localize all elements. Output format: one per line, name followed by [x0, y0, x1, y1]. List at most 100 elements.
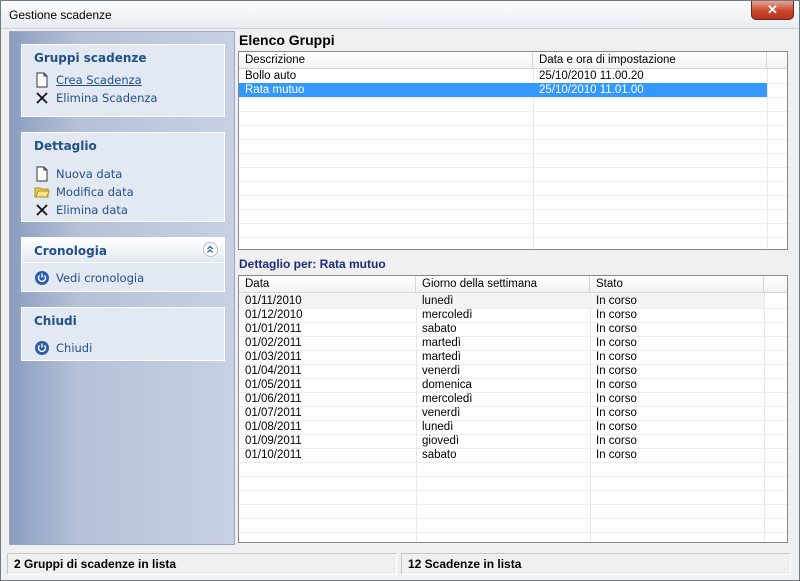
panel-chiudi: Chiudi Chiudi	[21, 307, 225, 361]
panel-separator	[22, 262, 224, 263]
table-row[interactable]: 01/12/2010 mercoledì In corso	[239, 308, 764, 322]
panel-gruppi-scadenze: Gruppi scadenze Crea Scadenza Elimina Sc…	[21, 44, 225, 117]
table-cell: venerdì	[422, 365, 461, 377]
table-cell: lunedì	[422, 421, 454, 433]
crea-scadenza-link[interactable]: Crea Scadenza	[22, 71, 224, 89]
table-row[interactable]: 01/09/2011 giovedì In corso	[239, 434, 764, 448]
table-cell: 25/10/2010 11.00.20	[539, 70, 644, 82]
table-row[interactable]: Bollo auto 25/10/2010 11.00.20	[239, 69, 767, 83]
column-header-descrizione[interactable]: Descrizione	[239, 52, 533, 69]
table-row[interactable]: 01/05/2011 domenica In corso	[239, 378, 764, 392]
status-gruppi-count: 2 Gruppi di scadenze in lista	[7, 553, 397, 575]
grid-line	[239, 476, 787, 477]
collapse-chevron-icon[interactable]	[203, 242, 218, 257]
grid-column-line	[767, 69, 768, 249]
grid-line	[239, 153, 787, 154]
table-cell: 01/06/2011	[245, 393, 302, 405]
table-cell: In corso	[596, 379, 637, 391]
table-row[interactable]: 01/11/2010 lunedì In corso	[239, 294, 764, 308]
table-cell: mercoledì	[422, 393, 473, 405]
table-row[interactable]: 01/02/2011 martedì In corso	[239, 336, 764, 350]
table-cell: martedì	[422, 351, 461, 363]
table-cell: In corso	[596, 351, 637, 363]
title-bar: Gestione scadenze ✕	[1, 1, 799, 29]
table-cell: 01/02/2011	[245, 337, 302, 349]
delete-x-icon	[36, 92, 48, 104]
table-cell: 01/10/2011	[245, 449, 302, 461]
table-row[interactable]: 01/08/2011 lunedì In corso	[239, 420, 764, 434]
table-cell: Rata mutuo	[245, 84, 305, 96]
table-cell: mercoledì	[422, 309, 473, 321]
table-row[interactable]: 01/10/2011 sabato In corso	[239, 448, 764, 462]
elimina-data-link[interactable]: Elimina data	[22, 201, 224, 219]
vedi-cronologia-link[interactable]: Vedi cronologia	[22, 269, 224, 287]
table-row[interactable]: 01/03/2011 martedì In corso	[239, 350, 764, 364]
table-row[interactable]: 01/01/2011 sabato In corso	[239, 322, 764, 336]
table-cell: 01/04/2011	[245, 365, 302, 377]
table-cell: lunedì	[422, 295, 454, 307]
table-cell: 01/07/2011	[245, 407, 302, 419]
task-label: Elimina Scadenza	[56, 91, 158, 105]
table-cell: In corso	[596, 295, 637, 307]
chiudi-link[interactable]: Chiudi	[22, 339, 224, 357]
status-scadenze-count: 12 Scadenze in lista	[401, 553, 791, 575]
grid-line	[239, 237, 787, 238]
grid-line	[239, 209, 787, 210]
nuova-data-link[interactable]: Nuova data	[22, 165, 224, 183]
grid-line	[239, 518, 787, 519]
table-cell: 01/05/2011	[245, 379, 302, 391]
task-label: Nuova data	[56, 167, 123, 181]
close-button[interactable]: ✕	[751, 1, 794, 20]
grid-line	[239, 125, 787, 126]
elimina-scadenza-link[interactable]: Elimina Scadenza	[22, 89, 224, 107]
table-row[interactable]: 01/04/2011 venerdì In corso	[239, 364, 764, 378]
task-label: Vedi cronologia	[56, 271, 145, 285]
grid-line	[239, 490, 787, 491]
grid-line	[239, 111, 787, 112]
table-cell: martedì	[422, 337, 461, 349]
task-sidebar: Gruppi scadenze Crea Scadenza Elimina Sc…	[9, 31, 235, 545]
open-folder-icon	[34, 187, 50, 198]
grid-line	[239, 167, 787, 168]
dettaglio-grid[interactable]: Data Giorno della settimana Stato 01/11/…	[238, 275, 788, 543]
column-header-stato[interactable]: Stato	[590, 276, 764, 293]
table-cell: giovedì	[422, 435, 460, 447]
panel-title-text: Cronologia	[34, 244, 107, 258]
column-header-data[interactable]: Data	[239, 276, 416, 293]
column-header-data-ora[interactable]: Data e ora di impostazione	[533, 52, 767, 69]
table-cell: domenica	[422, 379, 472, 391]
table-cell: sabato	[422, 323, 457, 335]
task-label: Chiudi	[56, 341, 93, 355]
grid-line	[239, 195, 787, 196]
table-cell: sabato	[422, 449, 457, 461]
grid-line	[239, 223, 787, 224]
table-cell: In corso	[596, 449, 637, 461]
table-cell: 01/11/2010	[245, 295, 302, 307]
table-row[interactable]: 01/06/2011 mercoledì In corso	[239, 392, 764, 406]
new-document-icon	[36, 166, 48, 182]
dettaglio-heading: Dettaglio per: Rata mutuo	[239, 257, 386, 271]
grid-line	[239, 462, 787, 463]
table-cell: venerdì	[422, 407, 461, 419]
panel-title: Chiudi	[34, 314, 77, 328]
gruppi-grid[interactable]: Descrizione Data e ora di impostazione B…	[238, 51, 788, 250]
grid-column-line	[764, 293, 765, 542]
table-cell: In corso	[596, 323, 637, 335]
table-row[interactable]: 01/07/2011 venerdì In corso	[239, 406, 764, 420]
table-row[interactable]: Rata mutuo 25/10/2010 11.01.00	[239, 83, 767, 97]
task-label: Elimina data	[56, 203, 128, 217]
table-cell: 01/12/2010	[245, 309, 303, 321]
task-label: Modifica data	[56, 185, 134, 199]
table-cell: Bollo auto	[245, 70, 297, 82]
table-cell: In corso	[596, 407, 637, 419]
power-icon	[35, 271, 49, 285]
window-title: Gestione scadenze	[9, 8, 112, 22]
table-cell: 01/08/2011	[245, 421, 302, 433]
modifica-data-link[interactable]: Modifica data	[22, 183, 224, 201]
grid-header: Data Giorno della settimana Stato	[239, 276, 787, 293]
gruppi-heading: Elenco Gruppi	[239, 32, 335, 48]
column-header-giorno[interactable]: Giorno della settimana	[416, 276, 590, 293]
table-cell: In corso	[596, 337, 637, 349]
panel-cronologia: Cronologia Vedi cronologia	[21, 237, 225, 292]
grid-line	[239, 181, 787, 182]
